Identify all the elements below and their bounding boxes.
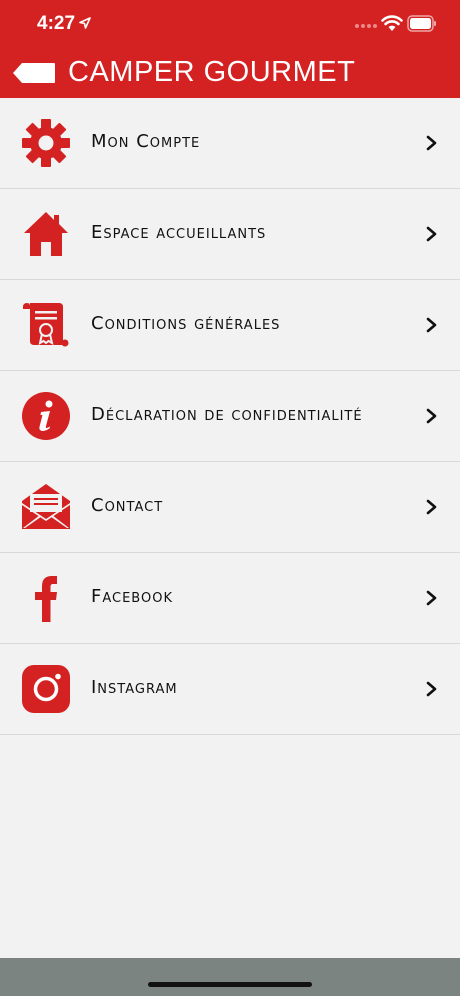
menu-item-label: Conditions générales — [91, 313, 281, 334]
chevron-right-icon — [426, 408, 437, 424]
signal-icon — [355, 24, 377, 28]
status-time: 4:27 — [37, 13, 76, 34]
menu-item-mon-compte[interactable]: Mon Compte — [0, 98, 460, 189]
chevron-right-icon — [426, 226, 437, 242]
menu-item-facebook[interactable]: Facebook — [0, 553, 460, 644]
menu-item-label: Contact — [91, 495, 164, 516]
menu-item-label: Instagram — [91, 677, 178, 698]
bottom-bar — [0, 958, 460, 996]
chevron-right-icon — [426, 317, 437, 333]
menu-item-contact[interactable]: Contact — [0, 462, 460, 553]
menu-item-espace-accueillants[interactable]: Espace accueillants — [0, 189, 460, 280]
chevron-right-icon — [426, 681, 437, 697]
menu-list: Mon Compte Espace accueillants Condition… — [0, 98, 460, 735]
status-bar: 4:27 — [0, 0, 460, 50]
page-title: CAMPER GOURMET — [68, 56, 356, 88]
facebook-icon — [21, 573, 71, 623]
back-button[interactable] — [12, 62, 56, 84]
menu-item-label: Espace accueillants — [91, 222, 267, 243]
gear-icon — [21, 118, 71, 168]
chevron-right-icon — [426, 135, 437, 151]
menu-item-label: Facebook — [91, 586, 173, 607]
battery-icon — [407, 15, 436, 32]
home-indicator[interactable] — [148, 982, 312, 987]
location-arrow-icon — [79, 17, 91, 29]
document-certificate-icon — [21, 300, 71, 350]
menu-item-instagram[interactable]: Instagram — [0, 644, 460, 735]
menu-item-conditions-generales[interactable]: Conditions générales — [0, 280, 460, 371]
menu-item-label: Déclaration de confidentialité — [91, 404, 363, 425]
app-header: 4:27 CAMPER GOURMET — [0, 0, 460, 98]
menu-item-label: Mon Compte — [91, 131, 201, 152]
envelope-icon — [21, 482, 71, 532]
chevron-right-icon — [426, 590, 437, 606]
chevron-right-icon — [426, 499, 437, 515]
info-icon — [21, 391, 71, 441]
home-icon — [21, 209, 71, 259]
instagram-icon — [21, 664, 71, 714]
wifi-icon — [381, 15, 403, 31]
menu-item-declaration-confidentialite[interactable]: Déclaration de confidentialité — [0, 371, 460, 462]
